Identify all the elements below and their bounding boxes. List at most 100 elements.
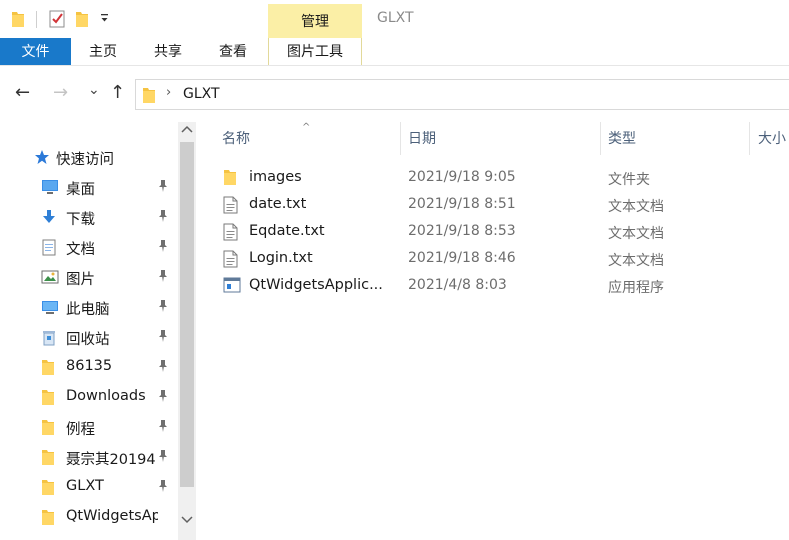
file-name: images xyxy=(249,169,302,185)
column-divider[interactable] xyxy=(600,122,601,155)
file-row[interactable]: date.txt 2021/9/18 8:51 文本文档 xyxy=(216,192,776,219)
address-path[interactable]: GLXT xyxy=(183,86,220,102)
pin-icon[interactable] xyxy=(157,479,169,497)
pin-icon[interactable] xyxy=(157,299,169,317)
folder-icon xyxy=(41,479,55,500)
tab-view[interactable]: 查看 xyxy=(210,38,256,65)
sidebar-item-Downloads[interactable]: Downloads xyxy=(0,383,178,411)
pin-icon[interactable] xyxy=(157,209,169,227)
properties-check-icon[interactable] xyxy=(49,10,65,32)
back-icon[interactable]: ← xyxy=(15,83,30,103)
recent-locations-icon[interactable]: ⌄ xyxy=(88,80,100,100)
folder-icon xyxy=(223,169,237,190)
sidebar-item-label: 桌面 xyxy=(66,182,95,198)
toolbar-separator xyxy=(36,11,37,28)
sidebar-item-label: 文档 xyxy=(66,242,95,258)
sidebar-item-聂宗其20194[interactable]: 聂宗其20194 xyxy=(0,443,178,471)
pin-icon[interactable] xyxy=(157,269,169,287)
sidebar-item-label: 此电脑 xyxy=(66,302,110,318)
scroll-down-icon[interactable] xyxy=(181,516,193,527)
file-name: Login.txt xyxy=(249,250,313,266)
column-header-size[interactable]: 大小 xyxy=(758,128,786,148)
scrollbar-thumb[interactable] xyxy=(180,142,194,487)
sidebar-item-quick-access[interactable]: 快速访问 xyxy=(0,143,178,171)
sidebar-item-GLXT[interactable]: GLXT xyxy=(0,473,178,501)
file-type: 文件夹 xyxy=(608,172,650,188)
file-row[interactable]: images 2021/9/18 9:05 文件夹 xyxy=(216,165,776,192)
file-name: QtWidgetsApplic... xyxy=(249,277,383,293)
forward-icon[interactable]: → xyxy=(53,83,68,103)
sidebar-item-文档[interactable]: 文档 xyxy=(0,233,178,261)
star-icon xyxy=(34,149,50,169)
application-icon xyxy=(223,277,241,297)
folder-icon xyxy=(142,87,156,108)
computer-icon xyxy=(41,299,59,319)
column-divider[interactable] xyxy=(400,122,401,155)
file-type: 文本文档 xyxy=(608,199,664,215)
customize-dropdown-icon[interactable] xyxy=(100,12,109,28)
pin-icon[interactable] xyxy=(157,389,169,407)
file-name: Eqdate.txt xyxy=(249,223,325,239)
pin-icon[interactable] xyxy=(157,419,169,437)
pin-icon[interactable] xyxy=(157,239,169,257)
sidebar-item-下载[interactable]: 下载 xyxy=(0,203,178,231)
column-divider[interactable] xyxy=(749,122,750,155)
sidebar-item-label: 聂宗其20194 xyxy=(66,452,156,468)
picture-icon xyxy=(41,269,59,289)
sidebar-item-此电脑[interactable]: 此电脑 xyxy=(0,293,178,321)
file-name: date.txt xyxy=(249,196,307,212)
sidebar-item-label: 例程 xyxy=(66,422,95,438)
sidebar-item-label: GLXT xyxy=(66,478,104,494)
download-icon xyxy=(41,209,57,229)
column-header-type[interactable]: 类型 xyxy=(608,128,636,148)
pin-icon[interactable] xyxy=(157,329,169,347)
tab-file[interactable]: 文件 xyxy=(0,38,71,65)
file-row[interactable]: Login.txt 2021/9/18 8:46 文本文档 xyxy=(216,246,776,273)
document-icon xyxy=(41,239,57,260)
file-row[interactable]: Eqdate.txt 2021/9/18 8:53 文本文档 xyxy=(216,219,776,246)
sidebar-item-label: QtWidgetsApp xyxy=(66,508,158,524)
file-date: 2021/4/8 8:03 xyxy=(408,277,507,293)
column-header-name[interactable]: 名称 xyxy=(222,128,250,148)
folder-icon xyxy=(41,449,55,470)
sidebar-item-label: 快速访问 xyxy=(56,152,114,168)
file-date: 2021/9/18 8:53 xyxy=(408,223,516,239)
scroll-up-icon[interactable] xyxy=(181,125,193,136)
folder-icon xyxy=(41,509,55,530)
folder-icon xyxy=(41,419,55,440)
sidebar-item-例程[interactable]: 例程 xyxy=(0,413,178,441)
sidebar-item-86135[interactable]: 86135 xyxy=(0,353,178,381)
file-date: 2021/9/18 8:46 xyxy=(408,250,516,266)
file-type: 应用程序 xyxy=(608,280,664,296)
folder-icon xyxy=(41,359,55,380)
sidebar-item-label: 86135 xyxy=(66,358,113,374)
address-bar[interactable]: › GLXT xyxy=(135,79,789,110)
folder-icon[interactable] xyxy=(11,10,25,32)
file-type: 文本文档 xyxy=(608,226,664,242)
tab-picture-tools[interactable]: 图片工具 xyxy=(268,38,362,65)
column-header-date[interactable]: 日期 xyxy=(408,128,436,148)
sidebar-item-桌面[interactable]: 桌面 xyxy=(0,173,178,201)
sidebar-item-回收站[interactable]: 回收站 xyxy=(0,323,178,351)
sidebar-scrollbar[interactable] xyxy=(178,122,196,540)
manage-tab[interactable]: 管理 xyxy=(268,4,362,38)
sidebar-item-label: Downloads xyxy=(66,388,146,404)
title-bar: 管理 GLXT xyxy=(0,0,789,38)
pin-icon[interactable] xyxy=(157,179,169,197)
new-folder-icon[interactable] xyxy=(75,10,89,32)
sidebar-item-图片[interactable]: 图片 xyxy=(0,263,178,291)
pin-icon[interactable] xyxy=(157,359,169,377)
address-chevron-icon[interactable]: › xyxy=(166,85,171,100)
navigation-bar: ← → ⌄ ↑ › GLXT xyxy=(0,66,789,122)
sidebar-item-label: 图片 xyxy=(66,272,95,288)
tab-home[interactable]: 主页 xyxy=(80,38,126,65)
tab-share[interactable]: 共享 xyxy=(145,38,191,65)
up-icon[interactable]: ↑ xyxy=(110,83,125,103)
text-file-icon xyxy=(223,196,238,218)
file-row[interactable]: QtWidgetsApplic... 2021/4/8 8:03 应用程序 xyxy=(216,273,776,300)
recycle-bin-icon xyxy=(41,329,57,350)
sidebar-item-QtWidgetsApp[interactable]: QtWidgetsApp xyxy=(0,503,178,531)
desktop-icon xyxy=(41,179,59,199)
pin-icon[interactable] xyxy=(157,449,169,467)
sort-ascending-icon: ^ xyxy=(302,122,311,133)
